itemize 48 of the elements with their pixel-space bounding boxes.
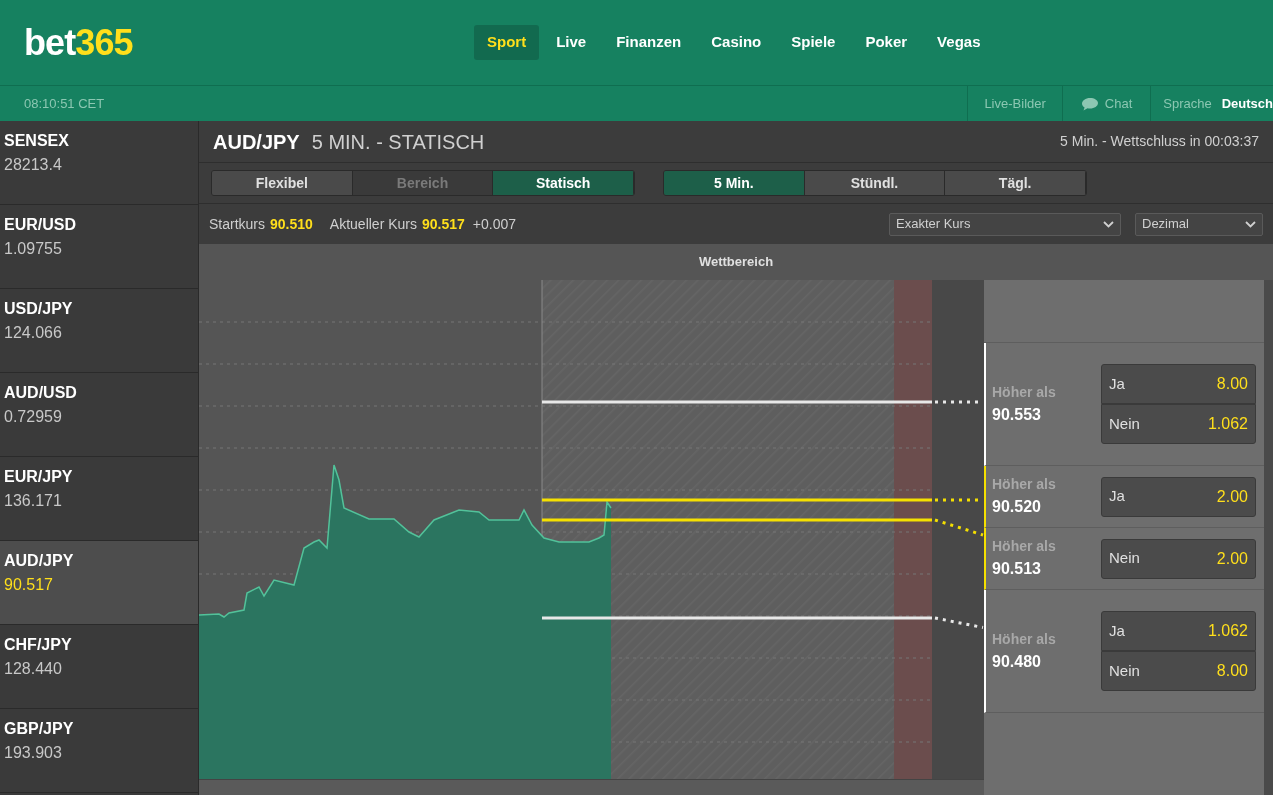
threshold-price: 90.513 <box>992 559 1042 579</box>
leader-line <box>934 518 984 537</box>
closing-countdown: 5 Min. - Wettschluss in 00:03:37 <box>1060 132 1259 151</box>
chevron-down-icon <box>1103 220 1114 228</box>
nav-link[interactable]: Live <box>543 25 600 60</box>
start-price-label: Startkurs <box>209 214 265 234</box>
language-label: Sprache <box>1163 94 1212 113</box>
market-subtitle: 5 MIN. - STATISCH <box>311 129 485 155</box>
bet365-logo[interactable]: bet365 <box>24 24 324 61</box>
price-change: +0.007 <box>472 214 517 234</box>
odds-button[interactable]: Nein 8.00 <box>1101 651 1256 691</box>
odds-button[interactable]: Ja 1.062 <box>1101 611 1256 651</box>
odds-button[interactable]: Ja 2.00 <box>1101 476 1256 517</box>
market-title: AUD/JPY <box>213 129 300 155</box>
period-tab[interactable]: 5 Min. <box>664 171 805 195</box>
current-price-label: Aktueller Kurs <box>329 214 417 234</box>
clock-time: 08:10:51 CET <box>24 94 105 113</box>
odds-button[interactable]: Ja 8.00 <box>1101 364 1256 404</box>
threshold-label: Höher als <box>992 537 1057 556</box>
nav-link[interactable]: Finanzen <box>603 25 695 60</box>
period-tab[interactable]: Stündl. <box>804 171 946 195</box>
bet-type-tab[interactable]: Flexibel <box>212 171 353 195</box>
start-price: 90.510 <box>270 214 313 234</box>
nav-link[interactable]: Sport <box>474 25 540 60</box>
odds-button[interactable]: Nein 1.062 <box>1101 404 1256 444</box>
language-selector[interactable]: Deutsch <box>1221 93 1273 114</box>
threshold-price: 90.520 <box>992 497 1042 517</box>
range-header: Wettbereich <box>199 244 1273 280</box>
threshold-price: 90.553 <box>992 404 1042 425</box>
nav-link[interactable]: Vegas <box>924 25 994 60</box>
threshold-label: Höher als <box>992 629 1057 649</box>
nav-link[interactable]: Poker <box>852 25 921 60</box>
chevron-down-icon <box>1245 220 1256 228</box>
nav-link[interactable]: Casino <box>698 25 775 60</box>
current-price: 90.517 <box>422 214 465 234</box>
dropdown-select[interactable]: Exakter Kurs <box>889 212 1121 236</box>
period-tab[interactable]: Tägl. <box>945 171 1086 195</box>
threshold-price: 90.480 <box>992 651 1042 672</box>
dropdown-select[interactable]: Dezimal <box>1135 212 1263 236</box>
chat-bubble-icon <box>1080 96 1099 111</box>
nav-link[interactable]: Spiele <box>778 25 849 60</box>
bet-type-tab[interactable]: Statisch <box>493 171 634 195</box>
odds-button[interactable]: Nein 2.00 <box>1101 538 1256 579</box>
threshold-label: Höher als <box>992 475 1057 494</box>
threshold-label: Höher als <box>992 382 1057 402</box>
leader-line <box>934 616 984 629</box>
scrollbar[interactable] <box>1264 280 1273 795</box>
market-list-item[interactable]: AUD/JPY 90.517 <box>0 541 198 625</box>
